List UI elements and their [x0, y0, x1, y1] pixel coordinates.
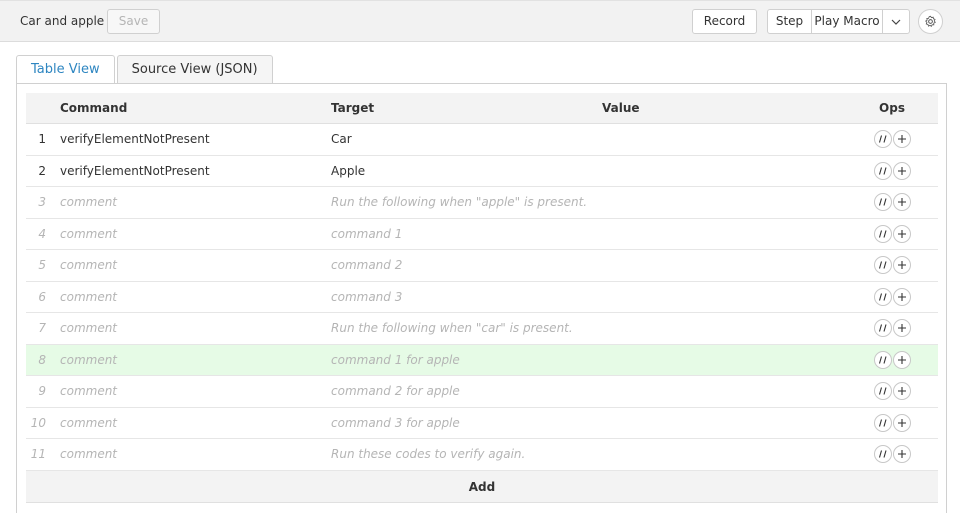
- comment-toggle-icon[interactable]: [874, 319, 892, 338]
- plus-icon[interactable]: [893, 413, 911, 432]
- header-target: Target: [331, 101, 375, 115]
- plus-icon[interactable]: [893, 256, 911, 275]
- macro-name: Car and apple: [20, 14, 105, 28]
- row-target: command 3: [331, 289, 403, 304]
- row-command: comment: [60, 226, 118, 241]
- row-ops: [872, 156, 912, 187]
- toolbar: Car and apple Save Record Step Play Macr…: [0, 0, 960, 42]
- row-command: comment: [60, 195, 118, 210]
- plus-icon[interactable]: [893, 319, 911, 338]
- row-index: 2: [38, 163, 46, 178]
- row-command: comment: [60, 321, 118, 336]
- comment-toggle-icon[interactable]: [874, 287, 892, 306]
- table-row[interactable]: 7 comment Run the following when "car" is …: [26, 313, 938, 345]
- table-header: Command Target Value Ops: [26, 93, 938, 124]
- playback-button-group: Step Play Macro: [767, 9, 910, 34]
- table-row[interactable]: 4 comment command 1: [26, 219, 938, 250]
- gear-icon: [925, 15, 936, 28]
- plus-icon[interactable]: [893, 193, 911, 212]
- comment-toggle-icon[interactable]: [874, 350, 892, 369]
- tab-source-view[interactable]: Source View (JSON): [116, 55, 273, 84]
- comment-toggle-icon[interactable]: [874, 413, 892, 432]
- table-row[interactable]: 11 comment Run these codes to verify again…: [26, 439, 938, 471]
- comment-toggle-icon[interactable]: [874, 382, 892, 401]
- row-target: command 2 for apple: [331, 384, 460, 399]
- row-command: comment: [60, 258, 118, 273]
- view-tabs: Table View Source View (JSON): [16, 55, 275, 84]
- row-target: command 1 for apple: [331, 352, 460, 367]
- plus-icon[interactable]: [893, 224, 911, 243]
- row-command: verifyElementNotPresent: [60, 132, 210, 147]
- row-index: 10: [30, 415, 46, 430]
- record-button[interactable]: Record: [692, 9, 757, 34]
- row-ops: [872, 439, 912, 470]
- table-row[interactable]: 3 comment Run the following when "apple" i…: [26, 187, 938, 219]
- settings-button[interactable]: [918, 9, 943, 34]
- row-index: 7: [38, 321, 46, 336]
- play-macro-button[interactable]: Play Macro: [812, 10, 883, 33]
- row-target: Run these codes to verify again.: [331, 447, 526, 462]
- row-index: 1: [38, 132, 46, 147]
- row-ops: [872, 219, 912, 250]
- command-table: Command Target Value Ops 1 verifyElementN…: [26, 93, 938, 503]
- plus-icon[interactable]: [893, 161, 911, 180]
- row-index: 6: [38, 289, 46, 304]
- row-command: verifyElementNotPresent: [60, 163, 210, 178]
- row-ops: [872, 124, 912, 155]
- table-row[interactable]: 8 comment command 1 for apple: [26, 344, 938, 376]
- comment-toggle-icon[interactable]: [874, 445, 892, 464]
- plus-icon[interactable]: [893, 287, 911, 306]
- row-ops: [872, 376, 912, 407]
- plus-icon[interactable]: [893, 445, 911, 464]
- row-ops: [872, 408, 912, 439]
- table-row[interactable]: 10 comment command 3 for apple: [26, 408, 938, 439]
- row-target: Run the following when "car" is present.: [331, 321, 573, 336]
- comment-toggle-icon[interactable]: [874, 224, 892, 243]
- table-row[interactable]: 9 comment command 2 for apple: [26, 376, 938, 408]
- row-command: comment: [60, 447, 118, 462]
- comment-toggle-icon[interactable]: [874, 161, 892, 180]
- save-button[interactable]: Save: [107, 9, 160, 34]
- row-index: 4: [38, 226, 46, 241]
- row-index: 8: [38, 352, 46, 367]
- row-ops: [872, 187, 912, 218]
- step-button[interactable]: Step: [768, 10, 812, 33]
- row-target: Run the following when "apple" is presen…: [331, 195, 588, 210]
- plus-icon[interactable]: [893, 350, 911, 369]
- row-target: command 2: [331, 258, 403, 273]
- plus-icon[interactable]: [893, 382, 911, 401]
- table-row[interactable]: 5 comment command 2: [26, 250, 938, 282]
- row-ops: [872, 282, 912, 313]
- plus-icon[interactable]: [893, 130, 911, 149]
- table-row[interactable]: 2 verifyElementNotPresent Apple: [26, 156, 938, 187]
- row-target: Car: [331, 132, 352, 147]
- row-ops: [872, 313, 912, 344]
- header-value: Value: [602, 101, 640, 115]
- add-command-button[interactable]: Add: [26, 470, 938, 503]
- header-ops: Ops: [879, 101, 905, 115]
- row-target: command 1: [331, 226, 403, 241]
- chevron-down-icon: [891, 19, 901, 25]
- row-index: 3: [38, 195, 46, 210]
- table-row[interactable]: 6 comment command 3: [26, 282, 938, 313]
- tab-table-view[interactable]: Table View: [16, 55, 115, 84]
- comment-toggle-icon[interactable]: [874, 193, 892, 212]
- row-ops: [872, 345, 912, 376]
- row-command: comment: [60, 384, 118, 399]
- row-command: comment: [60, 352, 118, 367]
- row-ops: [872, 250, 912, 281]
- table-row[interactable]: 1 verifyElementNotPresent Car: [26, 124, 938, 156]
- row-command: comment: [60, 415, 118, 430]
- row-target: command 3 for apple: [331, 415, 460, 430]
- row-target: Apple: [331, 163, 366, 178]
- header-command: Command: [60, 101, 128, 115]
- row-index: 5: [38, 258, 46, 273]
- row-command: comment: [60, 289, 118, 304]
- comment-toggle-icon[interactable]: [874, 256, 892, 275]
- row-index: 11: [30, 447, 46, 462]
- comment-toggle-icon[interactable]: [874, 130, 892, 149]
- play-options-dropdown[interactable]: [883, 10, 909, 33]
- row-index: 9: [38, 384, 46, 399]
